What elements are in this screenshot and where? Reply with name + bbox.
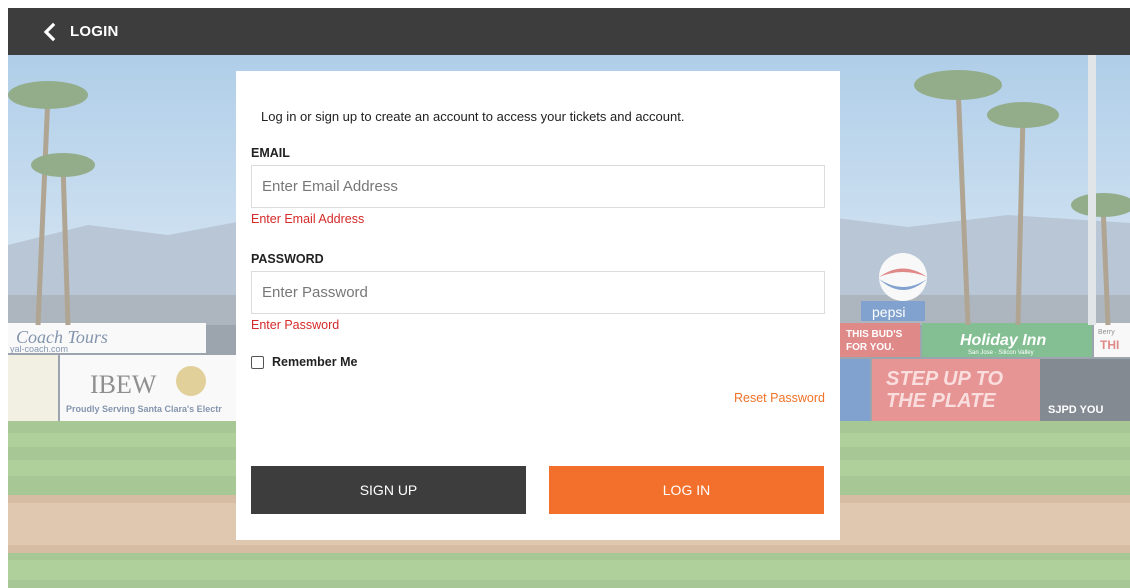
top-bar: LOGIN	[8, 8, 1130, 55]
log-in-button[interactable]: LOG IN	[549, 466, 824, 514]
login-card: Log in or sign up to create an account t…	[236, 71, 840, 540]
sign-up-button[interactable]: SIGN UP	[251, 466, 526, 514]
remember-me-label: Remember Me	[272, 355, 358, 369]
remember-me[interactable]: Remember Me	[251, 355, 357, 369]
email-field[interactable]	[251, 165, 825, 208]
password-error: Enter Password	[251, 318, 340, 332]
password-label: PASSWORD	[251, 252, 324, 266]
reset-password-link[interactable]: Reset Password	[734, 391, 825, 405]
password-field[interactable]	[251, 271, 825, 314]
email-error: Enter Email Address	[251, 212, 365, 226]
email-label: EMAIL	[251, 146, 290, 160]
intro-text: Log in or sign up to create an account t…	[261, 109, 685, 124]
chevron-left-icon[interactable]	[40, 22, 60, 42]
app-frame: LOGIN Coach Tours yal-coach.com IBEW Pro…	[8, 8, 1130, 588]
page-title: LOGIN	[70, 23, 119, 40]
remember-me-checkbox[interactable]	[251, 355, 264, 369]
